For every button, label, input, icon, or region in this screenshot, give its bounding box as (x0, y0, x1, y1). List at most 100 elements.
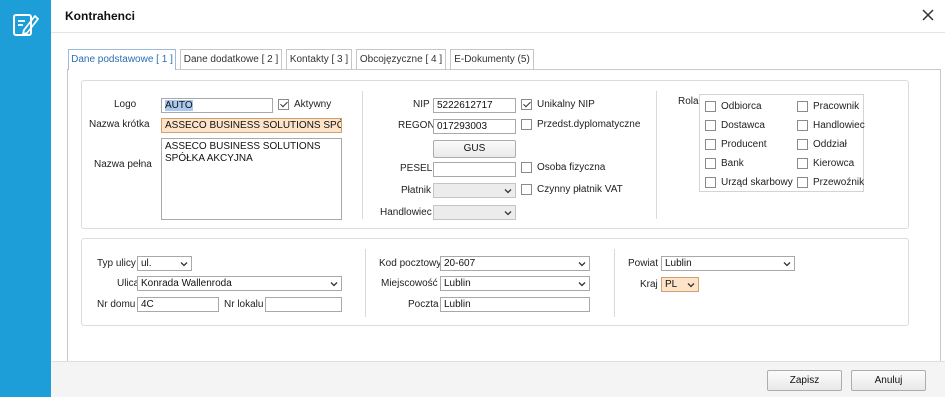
post-office-input[interactable]: Lublin (440, 297, 590, 312)
short-name-input[interactable]: ASSECO BUSINESS SOLUTIONS SPÓŁKA A (161, 118, 342, 133)
role-checkbox-producent[interactable] (705, 139, 716, 150)
house-no-input[interactable]: 4C (137, 297, 219, 312)
street-type-select[interactable]: ul. (137, 256, 192, 271)
role-label-handlowiec: Handlowiec (813, 120, 865, 131)
post-office-label: Poczta (408, 299, 439, 310)
role-checkbox-oddzial[interactable] (797, 139, 808, 150)
country-select[interactable]: PL (661, 277, 699, 292)
salesman-select[interactable] (433, 205, 516, 220)
pesel-label: PESEL (400, 163, 433, 174)
chevron-down-icon (687, 283, 695, 288)
city-label: Miejscowość (381, 278, 438, 289)
role-checkbox-handlowiec[interactable] (797, 120, 808, 131)
street-select[interactable]: Konrada Wallenroda (137, 276, 342, 291)
postal-code-select[interactable]: 20-607 (440, 256, 590, 271)
natural-person-label: Osoba fizyczna (537, 162, 606, 173)
county-label: Powiat (628, 258, 659, 269)
address-group: Typ ulicy ul. Ulica Konrada Wallenroda N… (81, 238, 909, 326)
chevron-down-icon (783, 262, 791, 267)
dialog-content: Dane podstawowe [ 1 ] Dane dodatkowe [ 2… (51, 33, 945, 377)
regon-input[interactable]: 017293003 (433, 119, 516, 134)
tab-dane-podstawowe[interactable]: Dane podstawowe [ 1 ] (68, 49, 176, 70)
salesman-label: Handlowiec (380, 207, 432, 218)
column-divider (365, 249, 366, 317)
role-label-producent: Producent (721, 139, 767, 150)
role-label: Rola (678, 96, 699, 107)
street-type-value: ul. (141, 258, 152, 269)
role-label-pracownik: Pracownik (813, 101, 860, 112)
vat-payer-checkbox[interactable] (521, 184, 532, 195)
dialog-footer: Zapisz Anuluj (51, 361, 945, 397)
payer-select[interactable] (433, 183, 516, 198)
role-label-dostawca: Dostawca (721, 120, 765, 131)
edit-document-icon (13, 14, 39, 36)
payer-label: Płatnik (401, 185, 432, 196)
diplomatic-checkbox[interactable] (521, 119, 532, 130)
app-sidebar (0, 0, 51, 397)
tab-kontakty[interactable]: Kontakty [ 3 ] (286, 49, 352, 69)
window-title: Kontrahenci (65, 9, 136, 23)
logo-value: AUTO (165, 100, 193, 111)
logo-input[interactable]: AUTO (161, 98, 273, 113)
street-label: Ulica (117, 278, 140, 289)
street-type-label: Typ ulicy (97, 258, 136, 269)
role-label-przewoznik: Przewoźnik (813, 177, 865, 188)
role-label-urzad-skarbowy: Urząd skarbowy (721, 177, 793, 188)
role-label-odbiorca: Odbiorca (721, 101, 762, 112)
flat-no-input[interactable] (265, 297, 342, 312)
postal-code-label: Kod pocztowy (379, 258, 442, 269)
city-value: Lublin (444, 278, 471, 289)
logo-label: Logo (114, 99, 137, 110)
close-icon[interactable] (919, 6, 937, 24)
tab-e-dokumenty[interactable]: E-Dokumenty (5) (450, 49, 534, 69)
role-checkbox-odbiorca[interactable] (705, 101, 716, 112)
role-checkbox-urzad-skarbowy[interactable] (705, 177, 716, 188)
city-select[interactable]: Lublin (440, 276, 590, 291)
unique-nip-checkbox[interactable] (521, 99, 532, 110)
basic-data-group: Logo AUTO Aktywny Nazwa krótka ASSECO BU… (81, 80, 909, 229)
role-label-bank: Bank (721, 158, 744, 169)
active-label: Aktywny (294, 99, 332, 110)
pesel-input[interactable] (433, 162, 516, 177)
vat-payer-label: Czynny płatnik VAT (537, 184, 623, 195)
column-divider (614, 249, 615, 317)
unique-nip-label: Unikalny NIP (537, 99, 595, 110)
tab-panel: Logo AUTO Aktywny Nazwa krótka ASSECO BU… (67, 69, 941, 377)
diplomatic-label: Przedst.dyplomatyczne (537, 119, 641, 130)
chevron-down-icon (180, 262, 188, 267)
role-checkbox-pracownik[interactable] (797, 101, 808, 112)
chevron-down-icon (330, 282, 338, 287)
role-checkbox-dostawca[interactable] (705, 120, 716, 131)
role-checkbox-bank[interactable] (705, 158, 716, 169)
natural-person-checkbox[interactable] (521, 162, 532, 173)
street-value: Konrada Wallenroda (141, 278, 232, 289)
chevron-down-icon (578, 262, 586, 267)
tab-dane-dodatkowe[interactable]: Dane dodatkowe [ 2 ] (180, 49, 282, 69)
flat-no-label: Nr lokalu (224, 299, 264, 310)
role-label-oddzial: Oddział (813, 139, 847, 150)
full-name-label: Nazwa pełna (94, 159, 152, 170)
chevron-down-icon (578, 282, 586, 287)
chevron-down-icon (504, 211, 512, 216)
tab-obcojezyczne[interactable]: Obcojęzyczne [ 4 ] (356, 49, 446, 69)
country-value: PL (665, 279, 678, 290)
nip-input[interactable]: 5222612717 (433, 98, 516, 113)
cancel-button[interactable]: Anuluj (851, 370, 926, 391)
title-bar: Kontrahenci (51, 0, 945, 33)
full-name-textarea[interactable]: ASSECO BUSINESS SOLUTIONS SPÓŁKA AKCYJNA (161, 138, 342, 220)
role-box: Odbiorca Dostawca Producent Bank Urząd s… (699, 94, 865, 192)
role-checkbox-przewoznik[interactable] (797, 177, 808, 188)
short-name-label: Nazwa krótka (89, 119, 150, 130)
country-label: Kraj (640, 279, 658, 290)
regon-label: REGON (398, 120, 435, 131)
county-select[interactable]: Lublin (661, 256, 795, 271)
role-checkbox-kierowca[interactable] (797, 158, 808, 169)
role-label-kierowca: Kierowca (813, 158, 855, 169)
nip-label: NIP (413, 99, 430, 110)
gus-button[interactable]: GUS (433, 140, 516, 158)
active-checkbox[interactable] (278, 99, 289, 110)
column-divider (656, 91, 657, 219)
chevron-down-icon (504, 189, 512, 194)
save-button[interactable]: Zapisz (767, 370, 842, 391)
column-divider (362, 91, 363, 219)
